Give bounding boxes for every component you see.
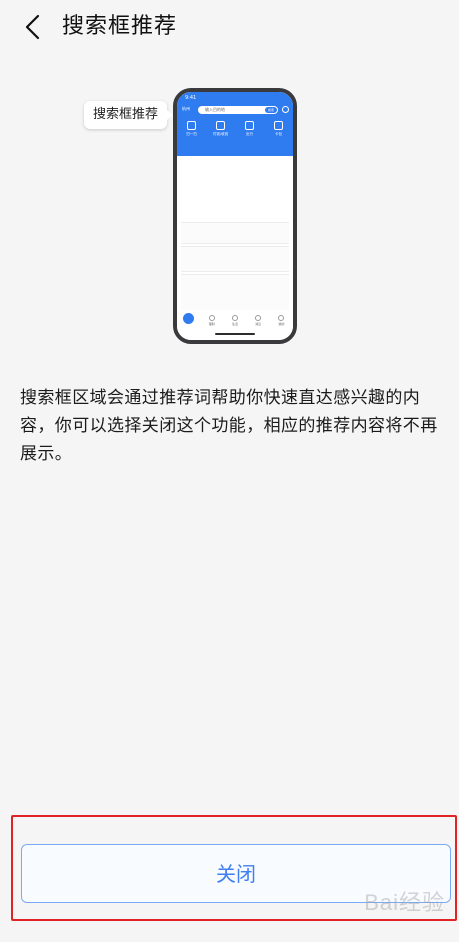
travel-icon [245,121,254,130]
header: 搜索框推荐 [0,0,459,56]
home-indicator [215,333,255,335]
profile-icon [278,315,285,321]
phone-tab-message: 消息 [249,315,267,326]
message-icon [255,315,262,321]
page-title: 搜索框推荐 [62,14,178,39]
phone-tab-profile: 我的 [272,315,290,326]
phone-tool-pay: 付钱/收钱 [209,121,233,137]
card-icon [274,121,283,130]
phone-search-box: 输入目的地 搜索 [198,106,278,114]
phone-tab-label: 消息 [255,322,262,326]
phone-tab-label: 理财 [208,322,215,326]
phone-status-time: 9:41 [185,95,197,101]
phone-tab-home [180,313,198,325]
phone-tool-label: 出行 [246,132,253,136]
watermark: Bai经验 [364,890,445,915]
phone-tab-label: 我的 [278,322,285,326]
phone-content-card [181,246,289,272]
search-box-callout: 搜索框推荐 [84,101,174,129]
phone-content-card [181,274,289,312]
life-icon [231,315,238,321]
phone-content [181,156,289,312]
phone-search-placeholder: 输入目的地 [205,107,225,112]
chevron-left-icon [25,14,40,40]
home-icon [183,313,195,324]
feature-description: 搜索框区域会通过推荐词帮助你快速直达感兴趣的内容，你可以选择关闭这个功能，相应的… [20,388,438,464]
plus-icon [282,106,289,113]
phone-tool-travel: 出行 [238,121,262,137]
feature-illustration: 搜索框推荐 9:41 杭州 输入目的地 搜索 扫一扫 付钱/收钱 出行 卡包 理… [0,80,459,350]
wealth-icon [208,315,215,321]
phone-tool-label: 付钱/收钱 [212,132,229,136]
phone-city: 杭州 [182,106,190,111]
phone-tools: 扫一扫 付钱/收钱 出行 卡包 [177,121,293,137]
phone-mockup: 9:41 杭州 输入目的地 搜索 扫一扫 付钱/收钱 出行 卡包 理财 生活 消… [173,88,297,344]
phone-tool-scan: 扫一扫 [180,121,204,137]
phone-header: 9:41 杭州 输入目的地 搜索 扫一扫 付钱/收钱 出行 卡包 [177,92,293,156]
phone-tab-bar: 理财 生活 消息 我的 [177,310,293,340]
back-button[interactable] [18,12,48,42]
phone-tab-wealth: 理财 [203,315,221,326]
phone-content-card [181,222,289,244]
pay-icon [216,121,225,130]
phone-tab-label: 生活 [231,322,238,326]
phone-tool-card: 卡包 [267,121,291,137]
scan-icon [187,121,196,130]
phone-tool-label: 扫一扫 [186,132,197,136]
phone-search-button: 搜索 [265,107,277,113]
phone-tool-label: 卡包 [275,132,282,136]
phone-tab-life: 生活 [226,315,244,326]
